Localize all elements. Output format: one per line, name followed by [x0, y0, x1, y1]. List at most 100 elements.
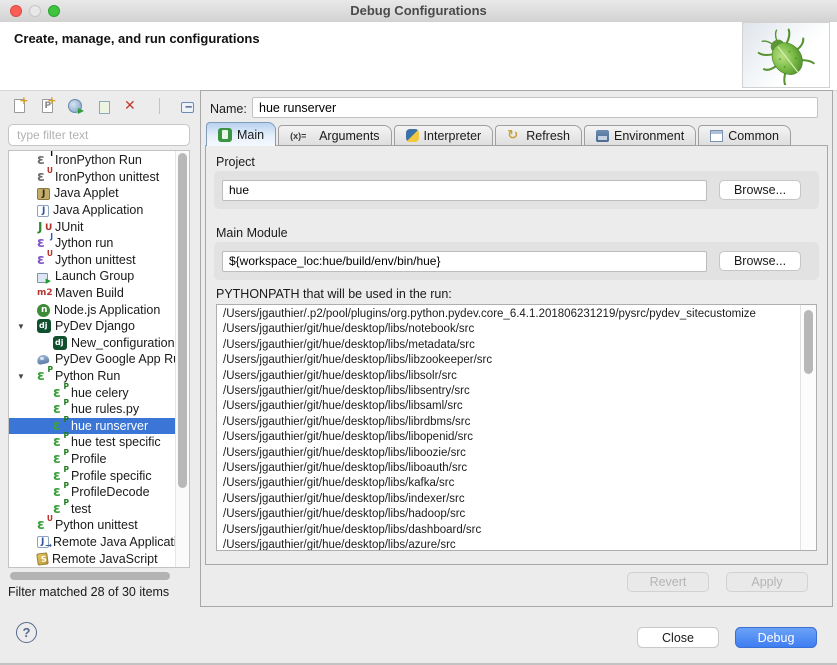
pythonpath-entry[interactable]: /Users/jgauthier/git/hue/desktop/libs/li…	[223, 369, 816, 384]
tree-item[interactable]: Remote JavaScript	[9, 550, 189, 567]
tab-label: Main	[237, 128, 264, 142]
duplicate-configuration-button[interactable]	[92, 95, 114, 117]
tree-item[interactable]: PyDev Google App Run	[9, 351, 189, 368]
pythonpath-list: /Users/jgauthier/.p2/pool/plugins/org.py…	[216, 304, 817, 551]
tree-item[interactable]: hue celery	[9, 384, 189, 401]
tree-item-label: test	[71, 502, 91, 516]
filter-input[interactable]	[8, 124, 190, 146]
project-input[interactable]	[222, 180, 707, 201]
pythonpath-entry[interactable]: /Users/jgauthier/git/hue/desktop/libs/li…	[223, 430, 816, 445]
tree-item-icon	[37, 205, 49, 217]
tree-item[interactable]: Jython run	[9, 235, 189, 252]
pythonpath-entry[interactable]: /Users/jgauthier/.p2/pool/plugins/org.py…	[223, 307, 816, 322]
tree-item[interactable]: Python unittest	[9, 517, 189, 534]
configuration-editor: Name: Main Arguments Interpreter Refresh	[200, 90, 833, 607]
debug-banner	[742, 22, 830, 88]
configurations-tree: IronPython Run IronPython unittest Java …	[8, 150, 190, 568]
tree-item[interactable]: Jython unittest	[9, 252, 189, 269]
tab-common[interactable]: Common	[698, 125, 791, 146]
pythonpath-entry[interactable]: /Users/jgauthier/git/hue/desktop/libs/li…	[223, 384, 816, 399]
tree-item[interactable]: hue runserver	[9, 418, 189, 435]
toolbar-button-icon	[99, 101, 110, 114]
pythonpath-entry[interactable]: /Users/jgauthier/git/hue/desktop/libs/ha…	[223, 507, 816, 522]
tree-item[interactable]: Node.js Application	[9, 301, 189, 318]
pythonpath-entry[interactable]: /Users/jgauthier/git/hue/desktop/libs/ka…	[223, 476, 816, 491]
tab-icon	[290, 130, 314, 142]
export-configurations-button[interactable]	[64, 95, 86, 117]
tree-item[interactable]: JUnit	[9, 218, 189, 235]
apply-button[interactable]: Apply	[726, 572, 808, 592]
tab-arguments[interactable]: Arguments	[278, 125, 391, 146]
tree-item-label: hue celery	[71, 386, 129, 400]
tree-item[interactable]: Profile specific	[9, 467, 189, 484]
pythonpath-vertical-scrollbar	[800, 305, 816, 550]
main-module-group: Browse...	[214, 242, 819, 280]
debug-configurations-dialog: Debug Configurations Create, manage, and…	[0, 0, 837, 665]
configurations-toolbar	[8, 94, 226, 118]
toolbar-button-icon	[159, 98, 160, 114]
tree-item[interactable]: Maven Build	[9, 285, 189, 302]
tree-item-label: Java Applet	[54, 186, 119, 200]
tree-item-icon	[37, 286, 51, 300]
pythonpath-entry[interactable]: /Users/jgauthier/git/hue/desktop/libs/da…	[223, 523, 816, 538]
pythonpath-entry[interactable]: /Users/jgauthier/git/hue/desktop/libs/no…	[223, 322, 816, 337]
tab-refresh[interactable]: Refresh	[495, 125, 582, 146]
tab-environment[interactable]: Environment	[584, 125, 696, 146]
pythonpath-entry[interactable]: /Users/jgauthier/git/hue/desktop/libs/me…	[223, 338, 816, 353]
pythonpath-entry[interactable]: /Users/jgauthier/git/hue/desktop/libs/in…	[223, 492, 816, 507]
tree-vertical-scrollbar-thumb[interactable]	[178, 153, 187, 488]
tree-item[interactable]: test	[9, 500, 189, 517]
tree-item[interactable]: Launch Group	[9, 268, 189, 285]
pythonpath-label: PYTHONPATH that will be used in the run:	[216, 287, 452, 301]
pythonpath-entry[interactable]: /Users/jgauthier/git/hue/desktop/libs/li…	[223, 415, 816, 430]
main-tab-panel: Project Browse... Main Module Browse... …	[205, 145, 828, 565]
tree-item-icon	[53, 336, 67, 350]
main-module-input[interactable]	[222, 251, 707, 272]
tree-item[interactable]: IronPython unittest	[9, 169, 189, 186]
name-input[interactable]	[252, 97, 818, 118]
tree-item-label: Maven Build	[55, 286, 124, 300]
tree-item-icon	[37, 273, 48, 283]
new-configuration-button[interactable]	[8, 95, 30, 117]
pythonpath-entry[interactable]: /Users/jgauthier/git/hue/desktop/libs/li…	[223, 399, 816, 414]
tree-item[interactable]: New_configuration	[9, 335, 189, 352]
delete-configuration-button[interactable]	[120, 95, 142, 117]
main-module-browse-button[interactable]: Browse...	[719, 251, 801, 271]
tree-item-label: Profile specific	[71, 469, 152, 483]
name-label: Name:	[210, 102, 247, 116]
pythonpath-entry[interactable]: /Users/jgauthier/git/hue/desktop/libs/li…	[223, 446, 816, 461]
tab-label: Arguments	[319, 129, 379, 143]
tree-horizontal-scrollbar-thumb[interactable]	[10, 572, 170, 580]
tree-item[interactable]: ProfileDecode	[9, 484, 189, 501]
tree-item[interactable]: Java Applet	[9, 185, 189, 202]
help-button[interactable]: ?	[16, 622, 37, 643]
tree-item[interactable]: PyDev Django	[9, 318, 189, 335]
tree-item-icon	[37, 304, 50, 317]
pythonpath-entry[interactable]: /Users/jgauthier/git/hue/desktop/libs/li…	[223, 353, 816, 368]
toolbar-button-icon	[68, 99, 82, 113]
tree-item-label: Launch Group	[55, 269, 134, 283]
main-module-label: Main Module	[216, 226, 288, 240]
dialog-header: Create, manage, and run configurations	[0, 22, 837, 91]
pythonpath-entry[interactable]: /Users/jgauthier/git/hue/desktop/libs/li…	[223, 461, 816, 476]
tree-item-label: ProfileDecode	[71, 485, 150, 499]
tree-item-icon	[37, 319, 51, 333]
debug-button[interactable]: Debug	[735, 627, 817, 648]
pythonpath-entry[interactable]: /Users/jgauthier/git/hue/desktop/libs/az…	[223, 538, 816, 551]
project-browse-button[interactable]: Browse...	[719, 180, 801, 200]
revert-button[interactable]: Revert	[627, 572, 709, 592]
tab-interpreter[interactable]: Interpreter	[394, 125, 494, 146]
tree-item[interactable]: Python Run	[9, 368, 189, 385]
tree-item[interactable]: hue rules.py	[9, 401, 189, 418]
tree-item[interactable]: Java Application	[9, 202, 189, 219]
tree-item[interactable]: Profile	[9, 451, 189, 468]
new-prototype-button[interactable]	[36, 95, 58, 117]
tree-item[interactable]: Remote Java Application	[9, 534, 189, 551]
tree-item[interactable]: hue test specific	[9, 434, 189, 451]
close-button[interactable]: Close	[637, 627, 719, 648]
tab-main[interactable]: Main	[206, 122, 276, 146]
pythonpath-vertical-scrollbar-thumb[interactable]	[804, 310, 813, 374]
tree-item[interactable]: IronPython Run	[9, 152, 189, 169]
collapse-all-button[interactable]	[176, 95, 198, 117]
tree-item-label: Remote Java Application	[53, 535, 190, 549]
